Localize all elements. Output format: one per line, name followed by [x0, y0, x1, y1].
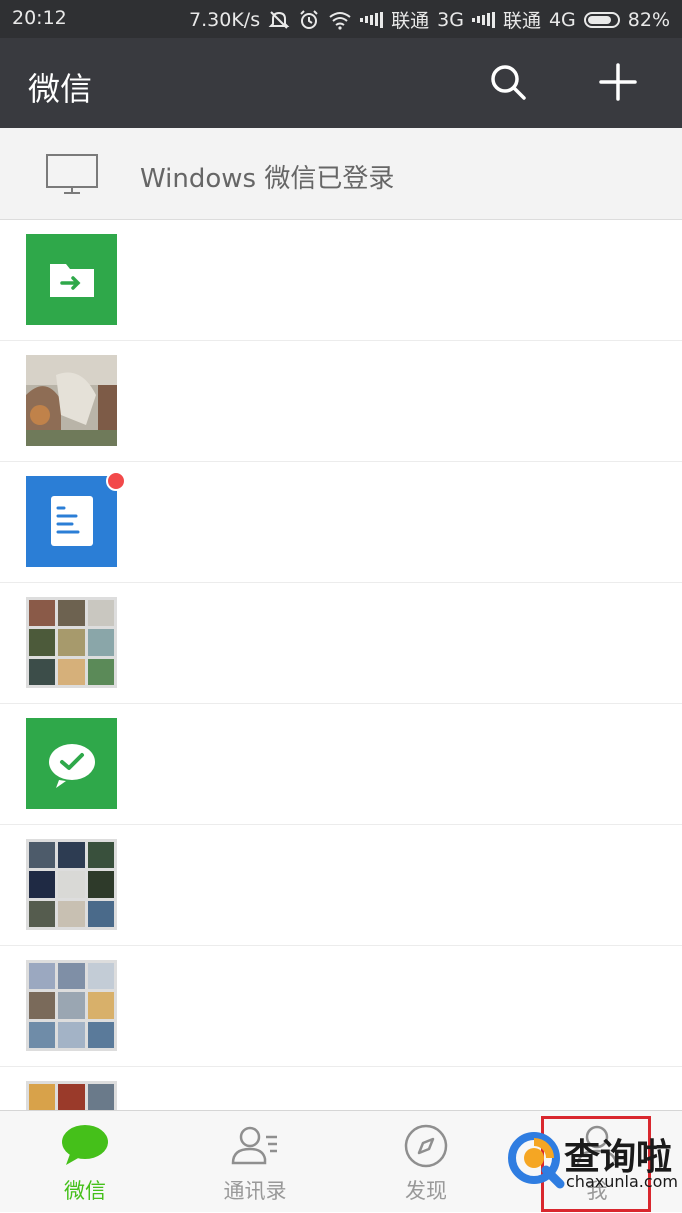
group-avatar-grid	[26, 839, 117, 930]
windows-login-bar[interactable]: Windows 微信已登录	[0, 128, 682, 220]
battery-percent: 82%	[627, 8, 670, 31]
chat-row[interactable]	[0, 1067, 682, 1110]
tab-chats-label: 微信	[64, 1179, 106, 1203]
network-speed: 7.30K/s	[189, 8, 261, 31]
chat-row[interactable]	[0, 462, 682, 583]
tab-contacts[interactable]: 通讯录	[170, 1111, 340, 1213]
login-status-text: Windows 微信已登录	[140, 164, 395, 194]
file-transfer-avatar	[26, 234, 117, 325]
wechat-pay-avatar	[26, 718, 117, 809]
group-avatar-grid	[26, 1081, 117, 1110]
monitor-icon	[46, 154, 98, 194]
battery-fill	[587, 15, 611, 24]
plus-icon	[599, 63, 637, 101]
group-avatar-grid	[26, 597, 117, 688]
carrier-1: 联通	[391, 10, 430, 32]
tab-discover[interactable]: 发现	[341, 1111, 511, 1213]
group-avatar	[26, 1081, 117, 1110]
wechat-pay-icon	[49, 744, 95, 788]
photo-avatar	[26, 355, 117, 446]
chat-row[interactable]	[0, 341, 682, 462]
chat-list[interactable]	[0, 220, 682, 1110]
search-icon	[491, 65, 526, 100]
watermark-domain: chaxunla.com	[566, 1172, 678, 1191]
wifi-icon	[328, 10, 352, 30]
battery-icon	[583, 11, 620, 28]
chat-row[interactable]	[0, 946, 682, 1067]
alarm-icon	[298, 9, 320, 31]
compass-icon	[404, 1124, 448, 1168]
status-bar: 20:12 7.30K/s 联通 3G 联通 4G 82%	[0, 0, 682, 38]
search-button[interactable]	[486, 60, 530, 104]
add-button[interactable]	[596, 60, 640, 104]
tab-contacts-label: 通讯录	[223, 1179, 287, 1203]
chat-bubble-icon	[62, 1125, 108, 1165]
chat-row[interactable]	[0, 825, 682, 946]
file-transfer-icon	[50, 264, 94, 297]
app-title: 微信	[28, 70, 93, 108]
signal-icon	[360, 11, 384, 28]
chat-row[interactable]	[0, 220, 682, 341]
group-avatar	[26, 839, 117, 930]
app-bar: 微信	[0, 38, 682, 128]
document-icon	[51, 496, 93, 546]
tab-discover-label: 发现	[405, 1179, 447, 1203]
status-indicators: 7.30K/s 联通 3G 联通 4G 82%	[189, 6, 670, 33]
chat-row[interactable]	[0, 704, 682, 825]
mute-icon	[268, 9, 290, 31]
document-avatar	[26, 476, 117, 567]
network-type-1: 3G	[437, 8, 464, 31]
carrier-2: 联通	[502, 10, 541, 32]
network-type-2: 4G	[548, 8, 576, 31]
status-time: 20:12	[12, 7, 67, 29]
tab-chats[interactable]: 微信	[0, 1111, 170, 1213]
contacts-icon	[231, 1126, 277, 1165]
signal-icon-2	[471, 11, 495, 28]
unread-dot	[106, 471, 126, 491]
group-avatar	[26, 597, 117, 688]
chat-row[interactable]	[0, 583, 682, 704]
group-avatar	[26, 960, 117, 1051]
watermark-logo-icon	[508, 1132, 565, 1189]
group-avatar-grid	[26, 960, 117, 1051]
watermark: 查询啦 chaxunla.com	[506, 1126, 682, 1196]
photo-image	[26, 355, 117, 446]
